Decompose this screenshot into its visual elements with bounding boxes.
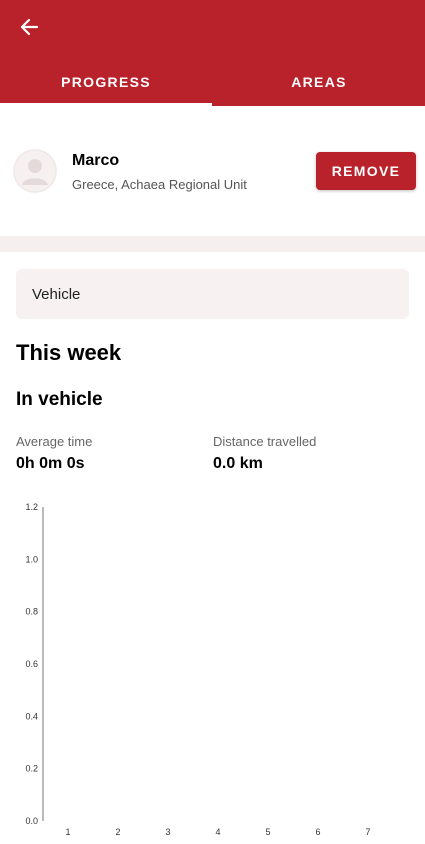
average-time-label: Average time: [16, 434, 93, 449]
tab-areas[interactable]: AREAS: [213, 57, 425, 106]
remove-button[interactable]: REMOVE: [316, 152, 416, 190]
y-tick-label: 1.2: [25, 502, 38, 512]
section-subtitle: In vehicle: [16, 389, 103, 410]
app-bar: [0, 0, 425, 57]
y-tick-label: 0.2: [25, 764, 38, 774]
x-tick-label: 6: [315, 827, 320, 837]
section-divider: [0, 236, 425, 252]
x-tick-label: 4: [215, 827, 220, 837]
x-tick-label: 7: [365, 827, 370, 837]
tab-progress[interactable]: PROGRESS: [0, 57, 212, 106]
x-tick-label: 2: [115, 827, 120, 837]
tab-bar: PROGRESS AREAS: [0, 57, 425, 106]
y-tick-label: 0.6: [25, 659, 38, 669]
user-name: Marco: [72, 152, 120, 169]
y-tick-label: 1.0: [25, 554, 38, 564]
avatar: [13, 149, 57, 193]
profile-card: Marco Greece, Achaea Regional Unit REMOV…: [0, 106, 425, 236]
person-placeholder-icon: [13, 149, 57, 193]
average-time-value: 0h 0m 0s: [16, 455, 85, 472]
x-tick-label: 1: [65, 827, 70, 837]
distance-label: Distance travelled: [213, 434, 317, 449]
arrow-left-icon: [20, 18, 39, 36]
weekly-chart: 0.0 0.2 0.4 0.6 0.8 1.0 1.2 1 2 3 4 5 6 7: [25, 502, 370, 837]
user-location: Greece, Achaea Regional Unit: [72, 177, 247, 192]
x-tick-label: 5: [265, 827, 270, 837]
distance-value: 0.0 km: [213, 455, 263, 472]
y-tick-label: 0.0: [25, 816, 38, 826]
section-title: This week: [16, 340, 122, 365]
x-tick-label: 3: [165, 827, 170, 837]
mode-selector[interactable]: Vehicle: [16, 269, 409, 319]
back-button[interactable]: [12, 12, 46, 42]
y-tick-label: 0.4: [25, 711, 38, 721]
y-tick-label: 0.8: [25, 607, 38, 617]
